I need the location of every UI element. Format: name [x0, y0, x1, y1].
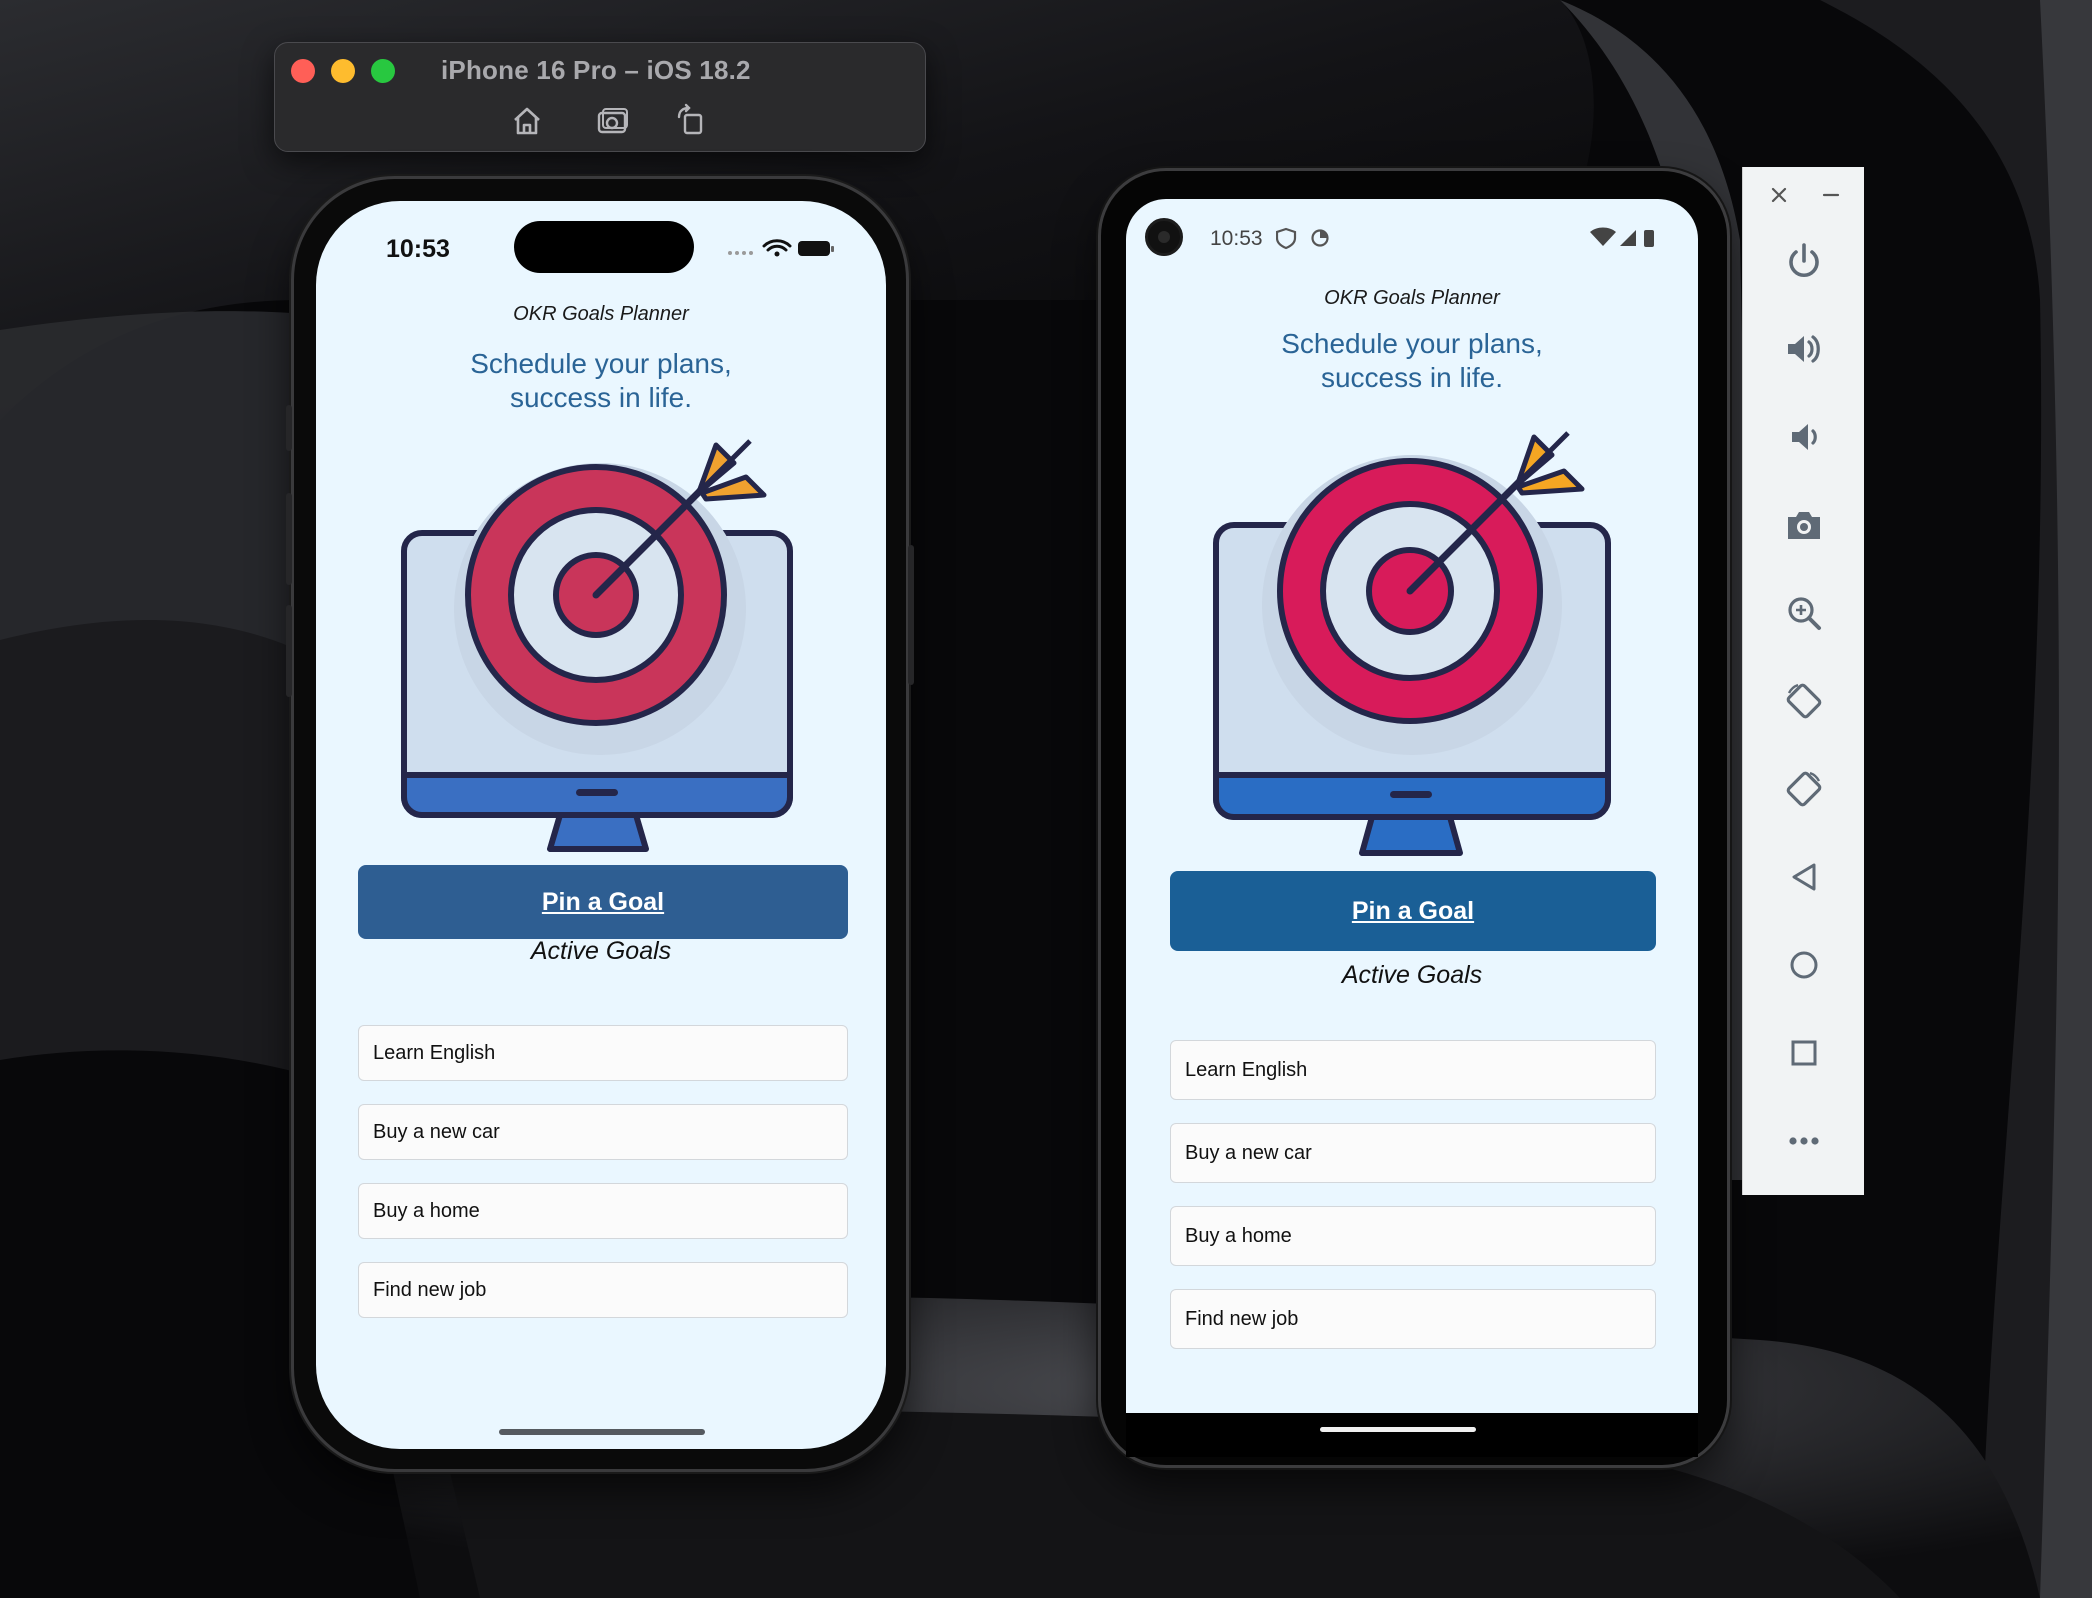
target-monitor-illustration [401, 439, 793, 852]
cell-signal-icon [1620, 230, 1636, 246]
rotate-left-icon[interactable] [1784, 681, 1824, 721]
tagline-line-1: Schedule your plans, [1281, 328, 1543, 359]
simulator-window-bar: iPhone 16 Pro – iOS 18.2 [274, 42, 926, 152]
screenshot-icon[interactable] [595, 103, 631, 139]
app-title: OKR Goals Planner [1324, 287, 1500, 309]
goal-item-find-new-job[interactable]: Find new job [358, 1262, 848, 1318]
zoom-window-button[interactable] [371, 59, 395, 83]
close-window-button[interactable] [291, 59, 315, 83]
home-icon[interactable] [1784, 945, 1824, 985]
dynamic-island [514, 221, 694, 273]
volume-down-icon[interactable] [1784, 417, 1824, 457]
goal-item-buy-home[interactable]: Buy a home [1170, 1206, 1656, 1266]
android-status-notification-icons [1276, 227, 1329, 250]
goal-item-buy-new-car[interactable]: Buy a new car [1170, 1123, 1656, 1183]
tagline-line-1: Schedule your plans, [470, 348, 732, 379]
iphone-device: 10:53 OKR Goals Planner Schedule your pl… [286, 176, 914, 1472]
gesture-home-handle[interactable] [1320, 1427, 1476, 1432]
tagline-line-2: success in life. [509, 382, 693, 413]
minimize-window-button[interactable] [331, 59, 355, 83]
simulator-title: iPhone 16 Pro – iOS 18.2 [441, 55, 751, 85]
app-title: OKR Goals Planner [513, 303, 689, 325]
volume-up-icon[interactable] [1784, 329, 1824, 369]
android-navigation-bar [1126, 1413, 1698, 1457]
ios-app-screen: 10:53 OKR Goals Planner Schedule your pl… [316, 201, 886, 1449]
close-icon[interactable] [1767, 183, 1791, 207]
front-camera [1145, 218, 1183, 256]
goal-item-buy-home[interactable]: Buy a home [358, 1183, 848, 1239]
android-app-screen: 10:53 OKR Goals Planner Schedule your pl… [1126, 199, 1698, 1457]
tagline: Schedule your plans, success in life. [1126, 327, 1698, 395]
home-indicator[interactable] [499, 1429, 705, 1435]
goal-item-learn-english[interactable]: Learn English [358, 1025, 848, 1081]
goal-item-find-new-job[interactable]: Find new job [1170, 1289, 1656, 1349]
tagline-line-2: success in life. [1320, 362, 1504, 393]
zoom-icon[interactable] [1784, 593, 1824, 633]
overview-icon[interactable] [1784, 1033, 1824, 1073]
active-goals-heading: Active Goals [1341, 961, 1483, 989]
battery-icon [798, 241, 834, 256]
ios-status-icons [728, 239, 834, 257]
wifi-icon [762, 239, 792, 257]
android-status-time: 10:53 [1210, 227, 1263, 250]
ios-status-time: 10:53 [386, 235, 450, 263]
battery-icon [1644, 230, 1654, 247]
tagline: Schedule your plans, success in life. [316, 347, 886, 415]
volume-down-side-button [286, 605, 292, 697]
wifi-icon [1590, 227, 1616, 246]
goal-item-buy-new-car[interactable]: Buy a new car [358, 1104, 848, 1160]
power-icon[interactable] [1784, 241, 1824, 281]
minimize-icon[interactable] [1819, 183, 1843, 207]
action-button [286, 405, 292, 451]
more-icon[interactable] [1784, 1121, 1824, 1161]
back-icon[interactable] [1784, 857, 1824, 897]
pin-goal-button[interactable]: Pin a Goal [358, 865, 848, 939]
emulator-toolbar [1742, 167, 1864, 1195]
pin-goal-button[interactable]: Pin a Goal [1170, 871, 1656, 951]
signal-icon [728, 251, 753, 255]
goal-item-learn-english[interactable]: Learn English [1170, 1040, 1656, 1100]
android-device: 10:53 OKR Goals Planner Schedule your pl… [1098, 168, 1730, 1468]
rotate-icon[interactable] [673, 103, 709, 139]
shield-icon [1276, 227, 1297, 250]
target-monitor-illustration [1213, 431, 1611, 856]
android-status-system-icons [1590, 227, 1654, 247]
power-side-button [908, 545, 914, 685]
volume-up-side-button [286, 493, 292, 585]
home-icon[interactable] [509, 103, 545, 139]
camera-icon[interactable] [1784, 505, 1824, 545]
active-goals-heading: Active Goals [530, 937, 672, 965]
rotate-right-icon[interactable] [1784, 769, 1824, 809]
